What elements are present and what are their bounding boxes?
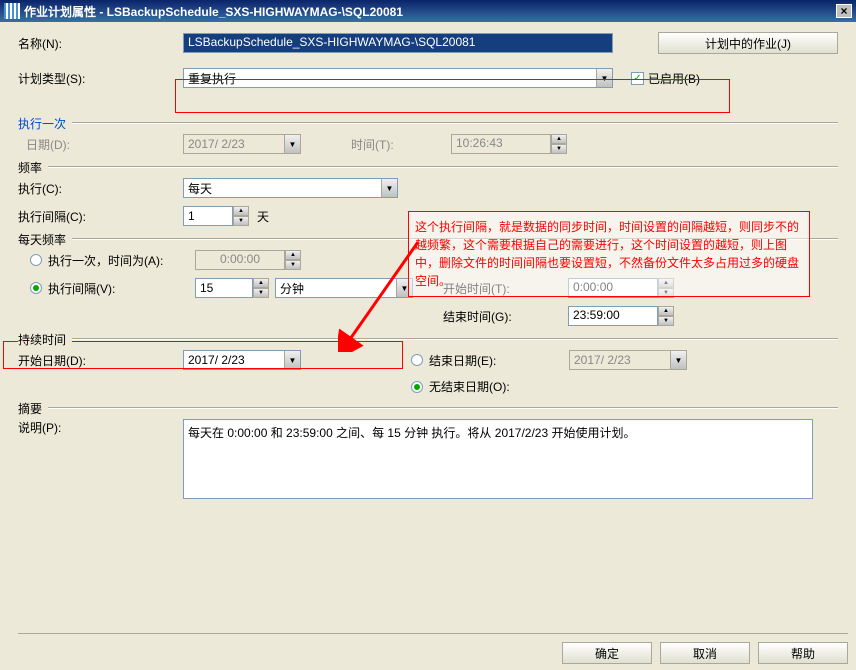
freq-interval-input[interactable] [183, 206, 233, 226]
window-title: 作业计划属性 - LSBackupSchedule_SXS-HIGHWAYMAG… [24, 3, 836, 20]
chevron-down-icon [670, 351, 686, 369]
dialog-content: 名称(N): LSBackupSchedule_SXS-HIGHWAYMAG-\… [0, 22, 856, 670]
end-date-label: 结束日期(E): [429, 352, 569, 369]
once-time-label: 时间(T): [351, 136, 451, 153]
daily-end-label: 结束时间(G): [443, 308, 568, 325]
end-date-radio[interactable] [411, 354, 423, 366]
no-end-date-radio[interactable] [411, 381, 423, 393]
daily-once-label: 执行一次，时间为(A): [48, 252, 195, 269]
spin-down-icon[interactable]: ▼ [253, 288, 269, 298]
annotation-highlight-box [175, 79, 730, 113]
chevron-down-icon[interactable] [381, 179, 397, 197]
dialog-button-bar: 确定 取消 帮助 [18, 633, 848, 664]
cancel-button[interactable]: 取消 [660, 642, 750, 664]
freq-exec-label: 执行(C): [18, 180, 183, 197]
summary-desc-label: 说明(P): [18, 419, 183, 436]
once-date-label: 日期(D): [18, 136, 183, 153]
help-button[interactable]: 帮助 [758, 642, 848, 664]
duration-group-label: 持续时间 [18, 331, 72, 348]
freq-interval-spinner[interactable]: ▲▼ [183, 206, 249, 226]
summary-group-label: 摘要 [18, 400, 48, 417]
schedule-jobs-button[interactable]: 计划中的作业(J) [658, 32, 838, 54]
daily-once-radio[interactable] [30, 254, 42, 266]
once-date-picker: 2017/ 2/23 [183, 134, 301, 154]
spin-up-icon[interactable]: ▲ [253, 278, 269, 288]
ok-button[interactable]: 确定 [562, 642, 652, 664]
freq-interval-label: 执行间隔(C): [18, 208, 183, 225]
daily-once-spinner: ▲▼ [285, 250, 301, 270]
once-group-label: 执行一次 [18, 115, 72, 132]
freq-group-label: 频率 [18, 159, 48, 176]
freq-exec-select[interactable]: 每天 [183, 178, 398, 198]
once-time-spinner: ▲▼ [551, 134, 567, 154]
freq-exec-value: 每天 [188, 180, 212, 197]
app-icon [4, 3, 20, 19]
summary-textarea[interactable]: 每天在 0:00:00 和 23:59:00 之间、每 15 分钟 执行。将从 … [183, 419, 813, 499]
daily-end-spinner[interactable]: ▲▼ [658, 306, 674, 326]
duration-end-value: 2017/ 2/23 [574, 353, 631, 367]
no-end-date-label: 无结束日期(O): [429, 378, 510, 395]
spin-up-icon[interactable]: ▲ [233, 206, 249, 216]
annotation-text: 这个执行间隔，就是数据的同步时间，时间设置的间隔越短，则同步不的越频繁，这个需要… [408, 211, 810, 297]
daily-interval-unit: 分钟 [280, 280, 304, 297]
once-date-value: 2017/ 2/23 [188, 137, 245, 151]
duration-end-picker: 2017/ 2/23 [569, 350, 687, 370]
window-titlebar: 作业计划属性 - LSBackupSchedule_SXS-HIGHWAYMAG… [0, 0, 856, 22]
once-time-input: 10:26:43 [451, 134, 551, 154]
daily-once-time: 0:00:00 [195, 250, 285, 270]
name-input[interactable]: LSBackupSchedule_SXS-HIGHWAYMAG-\SQL2008… [183, 33, 613, 53]
daily-interval-input[interactable] [195, 278, 253, 298]
freq-interval-unit: 天 [257, 208, 269, 225]
spin-down-icon[interactable]: ▼ [233, 216, 249, 226]
close-icon[interactable]: × [836, 4, 852, 18]
daily-group-label: 每天频率 [18, 231, 72, 248]
chevron-down-icon [284, 135, 300, 153]
daily-end-input[interactable]: 23:59:00 [568, 306, 658, 326]
annotation-arrow [338, 237, 423, 352]
daily-interval-radio[interactable] [30, 282, 42, 294]
daily-interval-label: 执行间隔(V): [48, 280, 195, 297]
daily-interval-spinner[interactable]: ▲▼ [195, 278, 269, 298]
name-label: 名称(N): [18, 35, 183, 52]
schedule-type-label: 计划类型(S): [18, 70, 183, 87]
